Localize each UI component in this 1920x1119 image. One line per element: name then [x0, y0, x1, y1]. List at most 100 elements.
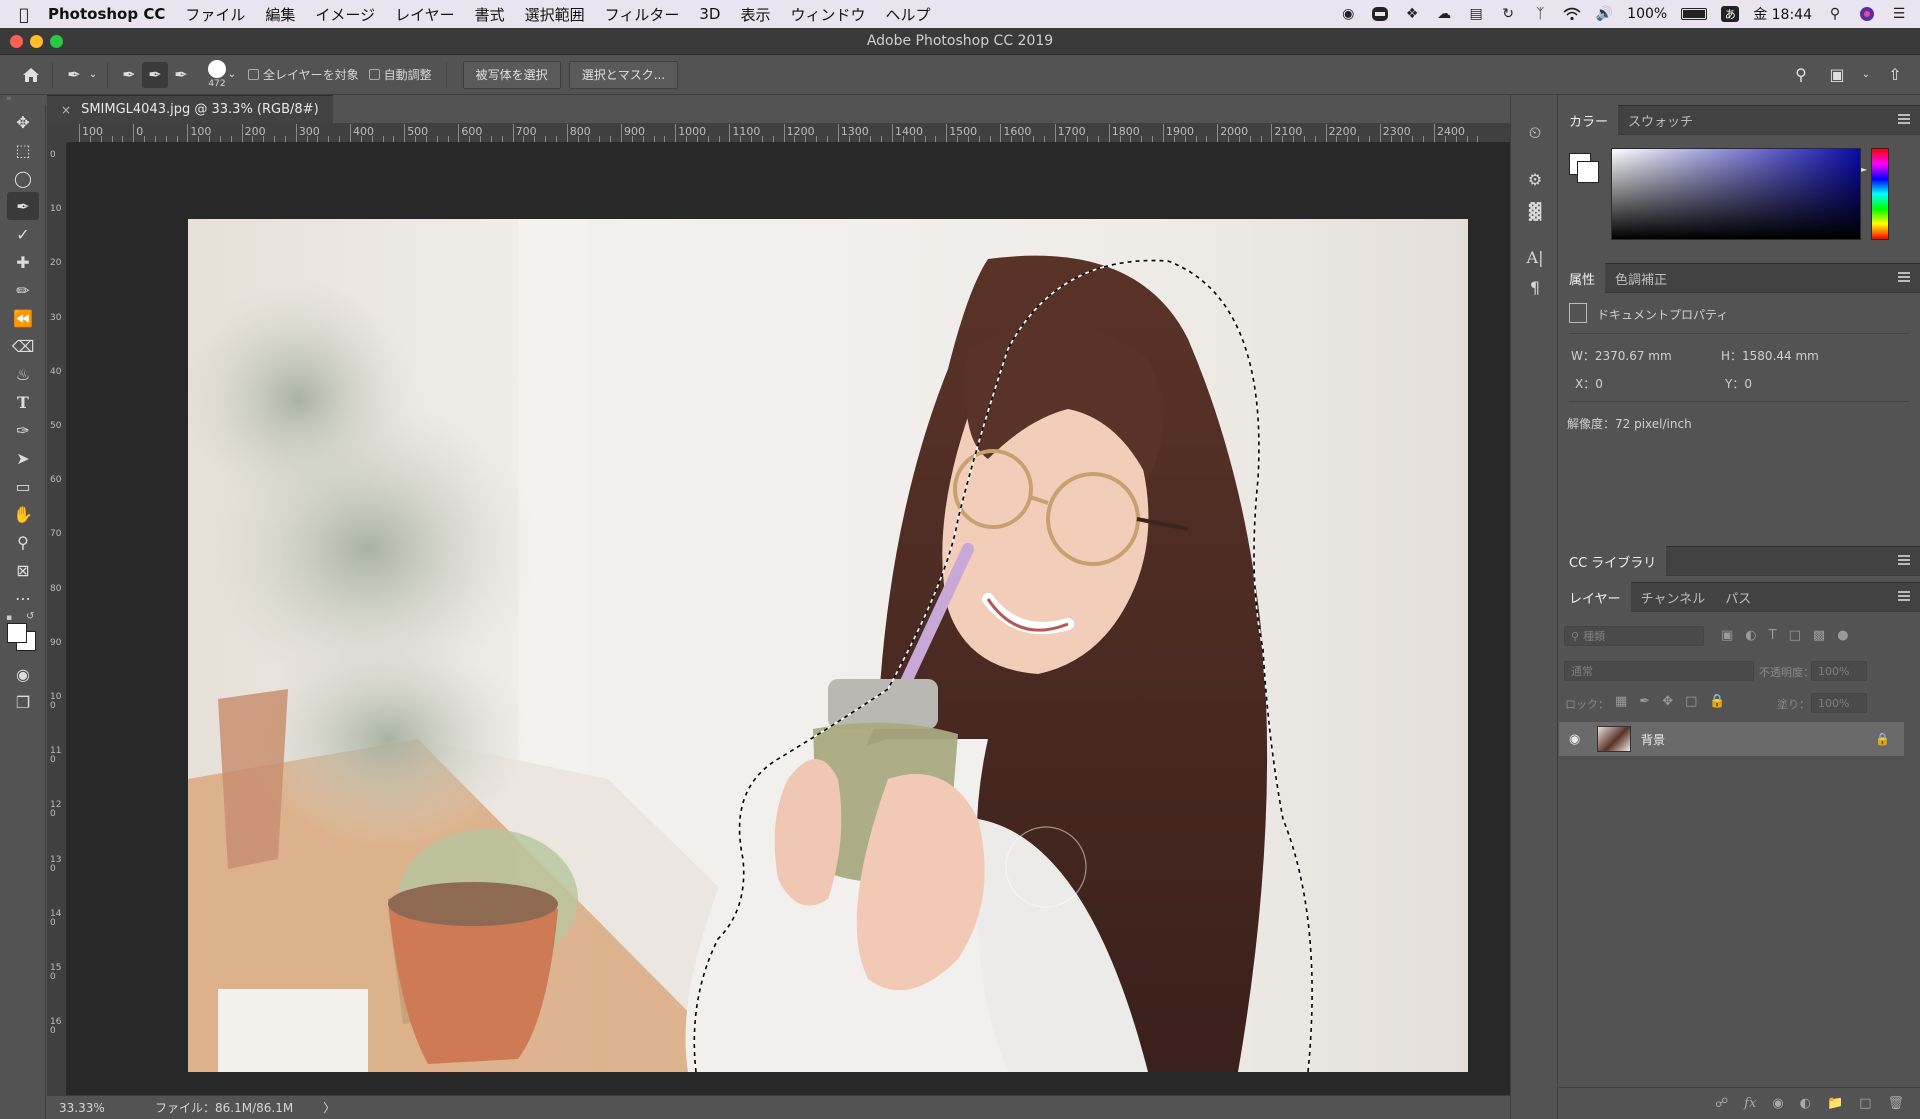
- status-menu-arrow[interactable]: 〉: [323, 1099, 335, 1116]
- doc-width[interactable]: W：2370.67 mm: [1571, 347, 1672, 364]
- pixel-filter-icon[interactable]: ▣: [1721, 628, 1733, 643]
- blend-mode-select[interactable]: 通常: [1564, 661, 1754, 681]
- clock[interactable]: 金 18:44: [1753, 4, 1812, 24]
- zoom-window-button[interactable]: [50, 35, 63, 48]
- lock-artboard-icon[interactable]: □: [1685, 694, 1697, 709]
- apple-icon[interactable]: : [0, 5, 48, 24]
- layer-filter-input[interactable]: ⚲ 種類: [1564, 626, 1704, 646]
- filter-toggle-icon[interactable]: ●: [1837, 628, 1848, 643]
- foreground-color-swatch[interactable]: [7, 623, 27, 643]
- workspace-icon[interactable]: ▣: [1824, 61, 1850, 87]
- eye-icon[interactable]: ◉: [1569, 732, 1583, 747]
- lock-image-icon[interactable]: ✒: [1639, 694, 1650, 709]
- doc-height[interactable]: H：1580.44 mm: [1721, 347, 1819, 364]
- document-tab[interactable]: × SMIMGL4043.jpg @ 33.3% (RGB/8#): [47, 95, 333, 123]
- lock-all-icon[interactable]: 🔒: [1709, 694, 1725, 709]
- smart-object-filter-icon[interactable]: ▩: [1813, 628, 1825, 643]
- wifi-icon[interactable]: [1563, 6, 1581, 22]
- type-filter-icon[interactable]: T: [1769, 628, 1777, 643]
- tab-cc-libraries[interactable]: CC ライブラリ: [1559, 546, 1667, 576]
- new-selection-icon[interactable]: ✒: [116, 62, 142, 88]
- fill-input[interactable]: 100%: [1811, 693, 1867, 713]
- tab-paths[interactable]: パス: [1715, 582, 1761, 612]
- zoom-icon[interactable]: ⚲: [7, 528, 39, 556]
- paragraph-icon[interactable]: ¶: [1523, 275, 1547, 299]
- lock-position-icon[interactable]: ✥: [1662, 694, 1673, 709]
- histogram-icon[interactable]: ▓: [1523, 199, 1547, 223]
- layer-style-icon[interactable]: fx: [1744, 1096, 1756, 1111]
- layer-thumbnail[interactable]: [1597, 726, 1631, 752]
- tab-properties[interactable]: 属性: [1559, 263, 1606, 293]
- volume-icon[interactable]: 🔊: [1595, 6, 1613, 22]
- dropbox-icon[interactable]: ❖: [1403, 6, 1421, 22]
- line-app-icon[interactable]: [1371, 6, 1389, 22]
- healing-brush-icon[interactable]: ✚: [7, 248, 39, 276]
- type-tool-icon[interactable]: T: [7, 388, 39, 416]
- panel-menu-icon[interactable]: [1898, 591, 1910, 601]
- history-icon[interactable]: ⏲: [1523, 121, 1547, 145]
- menu-type[interactable]: 書式: [475, 4, 505, 25]
- time-machine-icon[interactable]: ↻: [1499, 6, 1517, 22]
- character-icon[interactable]: A|: [1523, 245, 1547, 269]
- layer-row[interactable]: ◉ 背景 🔒: [1559, 722, 1904, 756]
- eyedropper-icon[interactable]: ✓: [7, 220, 39, 248]
- lock-transparent-icon[interactable]: ▦: [1615, 694, 1627, 709]
- bluetooth-icon[interactable]: ᛉ: [1531, 6, 1549, 22]
- menu-layer[interactable]: レイヤー: [395, 4, 455, 25]
- link-layers-icon[interactable]: ☍: [1715, 1096, 1728, 1111]
- doc-y[interactable]: Y：0: [1725, 375, 1752, 392]
- pasteboard[interactable]: [68, 144, 1492, 1084]
- collapse-arrows-icon[interactable]: »: [6, 94, 12, 104]
- tab-adjustments[interactable]: 色調補正: [1605, 263, 1677, 293]
- record-icon[interactable]: ◉: [1339, 6, 1357, 22]
- checkbox-box[interactable]: [248, 69, 259, 80]
- default-colors-icon[interactable]: ▪: [6, 613, 12, 623]
- canvas-viewport[interactable]: 100 0 100 200 300 400 500 600 700 800 900 1000 1100 1…: [47, 123, 1510, 1119]
- panel-menu-icon[interactable]: [1898, 114, 1910, 124]
- menu-help[interactable]: ヘルプ: [886, 4, 931, 25]
- tab-swatches[interactable]: スウォッチ: [1618, 105, 1703, 135]
- notification-center-icon[interactable]: ☰: [1890, 6, 1908, 22]
- pen-icon[interactable]: ✑: [7, 416, 39, 444]
- home-icon[interactable]: [18, 62, 44, 88]
- add-to-selection-icon[interactable]: ✒: [142, 61, 168, 88]
- color-field[interactable]: [1611, 148, 1861, 240]
- brush-size-picker[interactable]: 472: [208, 60, 226, 89]
- adjustment-filter-icon[interactable]: ◐: [1745, 628, 1756, 643]
- rectangular-marquee-icon[interactable]: ⬚: [7, 136, 39, 164]
- vertical-ruler[interactable]: 0 10 20 30 40 50 60 70 80 90 100 110 120 130 140 150 160: [47, 143, 67, 1119]
- adjustments-icon[interactable]: ⚙: [1523, 167, 1547, 191]
- trash-icon[interactable]: 🗑: [1887, 1096, 1904, 1111]
- sample-all-layers-checkbox[interactable]: 全レイヤーを対象: [248, 66, 359, 83]
- brush-icon[interactable]: ✏: [7, 276, 39, 304]
- hand-icon[interactable]: ✋: [7, 500, 39, 528]
- screen-mode-icon[interactable]: ❐: [7, 688, 39, 716]
- new-adjustment-layer-icon[interactable]: ◐: [1800, 1096, 1811, 1111]
- ime-icon[interactable]: あ: [1721, 6, 1740, 22]
- eraser-icon[interactable]: ⌫: [7, 332, 39, 360]
- quick-mask-icon[interactable]: ◉: [7, 660, 39, 688]
- doc-x[interactable]: X：0: [1575, 375, 1603, 392]
- menu-filter[interactable]: フィルター: [605, 4, 680, 25]
- shield-icon[interactable]: ▤: [1467, 6, 1485, 22]
- zoom-level[interactable]: 33.33%: [59, 1101, 145, 1115]
- close-window-button[interactable]: [10, 35, 23, 48]
- menu-file[interactable]: ファイル: [185, 4, 245, 25]
- document-canvas-image[interactable]: [188, 219, 1468, 1072]
- select-subject-button[interactable]: 被写体を選択: [462, 60, 561, 89]
- tab-color[interactable]: カラー: [1559, 105, 1619, 135]
- panel-menu-icon[interactable]: [1898, 555, 1910, 565]
- chevron-down-icon[interactable]: ⌄: [226, 62, 238, 88]
- battery-icon[interactable]: [1681, 8, 1708, 20]
- quick-selection-icon[interactable]: ✒: [7, 192, 39, 220]
- menu-edit[interactable]: 編集: [265, 4, 295, 25]
- menu-view[interactable]: 表示: [740, 4, 770, 25]
- tab-channels[interactable]: チャンネル: [1631, 582, 1716, 612]
- swap-colors-icon[interactable]: ↺: [26, 611, 34, 622]
- lasso-icon[interactable]: ◯: [7, 164, 39, 192]
- spotlight-search-icon[interactable]: ⚲: [1826, 6, 1844, 22]
- file-size-info[interactable]: ファイル：86.1M/86.1M: [155, 1099, 293, 1116]
- share-icon[interactable]: ⇧: [1882, 61, 1908, 87]
- frame-tool-icon[interactable]: ⊠: [7, 556, 39, 584]
- menu-select[interactable]: 選択範囲: [525, 4, 585, 25]
